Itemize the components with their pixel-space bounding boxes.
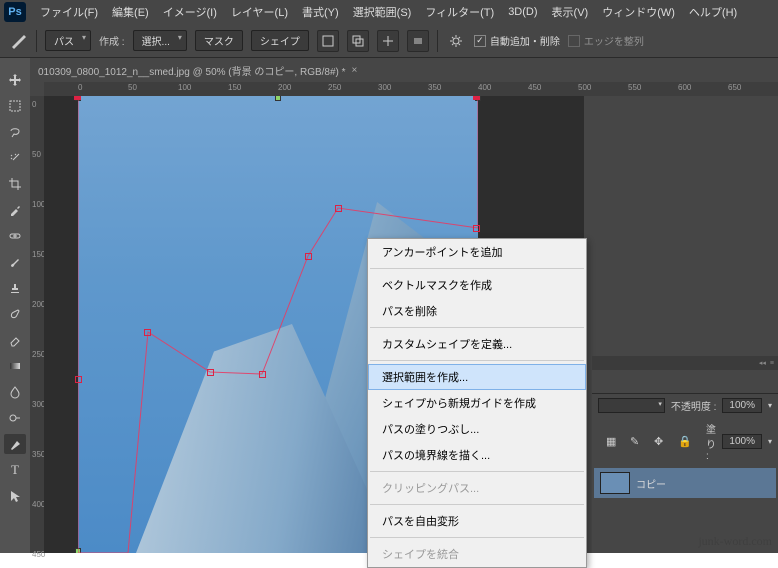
document-tab-bar: 010309_0800_1012_n__smed.jpg @ 50% (背景 の…	[30, 58, 365, 82]
healing-tool[interactable]	[4, 226, 26, 246]
cm-make-selection[interactable]: 選択範囲を作成...	[368, 364, 586, 390]
menu-edit[interactable]: 編集(E)	[106, 2, 155, 22]
auto-add-checkbox[interactable]: ✓ 自動追加・削除	[474, 33, 560, 48]
options-bar: パス 作成 : 選択... マスク シェイプ ✓ 自動追加・削除 エッジを整列	[0, 24, 778, 58]
cm-delete-path[interactable]: パスを削除	[368, 298, 586, 324]
eraser-tool[interactable]	[4, 330, 26, 350]
menu-layer[interactable]: レイヤー(L)	[225, 2, 294, 22]
anchor-point[interactable]	[473, 225, 480, 232]
shape-button[interactable]: シェイプ	[251, 30, 309, 51]
panel-header: ◂◂ ≡	[592, 356, 778, 370]
pen-tool[interactable]	[4, 434, 26, 454]
app-logo: Ps	[4, 2, 26, 22]
cm-new-guide-from-shape[interactable]: シェイプから新規ガイドを作成	[368, 390, 586, 416]
cm-clipping-path: クリッピングパス...	[368, 475, 586, 501]
lasso-tool[interactable]	[4, 122, 26, 142]
ruler-vertical: 0 50 100 150 200 250 300 350 400 450	[30, 96, 44, 553]
eyedropper-tool[interactable]	[4, 200, 26, 220]
auto-add-label: 自動追加・削除	[490, 33, 560, 48]
fill-value[interactable]: 100%	[722, 434, 762, 449]
cm-merge-shape: シェイプを統合	[368, 541, 586, 567]
anchor-point[interactable]	[259, 371, 266, 378]
cm-fill-path[interactable]: パスの塗りつぶし...	[368, 416, 586, 442]
cm-define-custom-shape[interactable]: カスタムシェイプを定義...	[368, 331, 586, 357]
panel-menu-icon[interactable]: ≡	[770, 360, 774, 367]
path-select-tool[interactable]	[4, 486, 26, 506]
opacity-label: 不透明度 :	[671, 398, 717, 413]
layer-row[interactable]: コピー	[594, 468, 776, 498]
opacity-value[interactable]: 100%	[722, 398, 762, 413]
document-tab[interactable]: 010309_0800_1012_n__smed.jpg @ 50% (背景 の…	[30, 59, 365, 82]
type-tool[interactable]: T	[4, 460, 26, 480]
anchor-point[interactable]	[305, 253, 312, 260]
blend-mode-dropdown[interactable]	[598, 398, 665, 413]
collapse-icon[interactable]: ◂◂	[759, 359, 766, 367]
menu-image[interactable]: イメージ(I)	[157, 2, 223, 22]
pen-tool-icon	[8, 31, 28, 51]
dodge-tool[interactable]	[4, 408, 26, 428]
align-edges-checkbox[interactable]: エッジを整列	[568, 33, 644, 48]
menu-window[interactable]: ウィンドウ(W)	[596, 2, 681, 22]
menu-file[interactable]: ファイル(F)	[34, 2, 104, 22]
anchor-point[interactable]	[335, 205, 342, 212]
marquee-tool[interactable]	[4, 96, 26, 116]
mode-dropdown[interactable]: パス	[45, 30, 91, 51]
layer-thumbnail	[600, 472, 630, 494]
menu-select[interactable]: 選択範囲(S)	[347, 2, 418, 22]
anchor-point[interactable]	[74, 96, 81, 100]
menu-filter[interactable]: フィルター(T)	[419, 2, 500, 22]
lock-move-icon[interactable]: ✥	[654, 435, 668, 449]
pathop-icon-4[interactable]	[407, 30, 429, 52]
anchor-point[interactable]	[473, 96, 480, 100]
pathop-icon-2[interactable]	[347, 30, 369, 52]
panel-tabs	[592, 370, 778, 394]
menu-3d[interactable]: 3D(D)	[502, 4, 543, 20]
lock-all-icon[interactable]: 🔒	[678, 435, 692, 449]
cm-add-anchor[interactable]: アンカーポイントを追加	[368, 239, 586, 265]
menu-help[interactable]: ヘルプ(H)	[683, 2, 743, 22]
stamp-tool[interactable]	[4, 278, 26, 298]
anchor-point[interactable]	[144, 329, 151, 336]
cm-stroke-path[interactable]: パスの境界線を描く...	[368, 442, 586, 468]
gear-icon[interactable]	[446, 31, 466, 51]
move-tool[interactable]	[4, 70, 26, 90]
crop-tool[interactable]	[4, 174, 26, 194]
pathop-icon-1[interactable]	[317, 30, 339, 52]
anchor-point[interactable]	[207, 369, 214, 376]
pathop-icon-3[interactable]	[377, 30, 399, 52]
anchor-point[interactable]	[75, 376, 82, 383]
layer-name: コピー	[636, 476, 666, 491]
history-brush-tool[interactable]	[4, 304, 26, 324]
layers-panel: ◂◂ ≡ 不透明度 : 100% ▾ ▦ ✎ ✥ 🔒 塗り : 100% ▾ コ…	[592, 356, 778, 553]
make-label: 作成 :	[99, 33, 125, 48]
gradient-tool[interactable]	[4, 356, 26, 376]
make-button[interactable]: 選択...	[133, 30, 187, 51]
menu-view[interactable]: 表示(V)	[546, 2, 595, 22]
brush-tool[interactable]	[4, 252, 26, 272]
cm-free-transform-path[interactable]: パスを自由変形	[368, 508, 586, 534]
lock-brush-icon[interactable]: ✎	[630, 435, 644, 449]
lock-transparent-icon[interactable]: ▦	[606, 435, 620, 449]
cm-create-vector-mask[interactable]: ベクトルマスクを作成	[368, 272, 586, 298]
document-tab-title: 010309_0800_1012_n__smed.jpg @ 50% (背景 の…	[38, 63, 346, 78]
tools-panel: T	[0, 58, 30, 553]
blur-tool[interactable]	[4, 382, 26, 402]
align-edges-label: エッジを整列	[584, 33, 644, 48]
mask-button[interactable]: マスク	[195, 30, 243, 51]
fill-label: 塗り :	[706, 421, 716, 462]
menubar: Ps ファイル(F) 編集(E) イメージ(I) レイヤー(L) 書式(Y) 選…	[0, 0, 778, 24]
context-menu: アンカーポイントを追加 ベクトルマスクを作成 パスを削除 カスタムシェイプを定義…	[367, 238, 587, 568]
magic-wand-tool[interactable]	[4, 148, 26, 168]
menu-type[interactable]: 書式(Y)	[296, 2, 345, 22]
ruler-horizontal: 0 50 100 150 200 250 300 350 400 450 500…	[44, 82, 778, 96]
close-icon[interactable]: ×	[352, 65, 358, 76]
